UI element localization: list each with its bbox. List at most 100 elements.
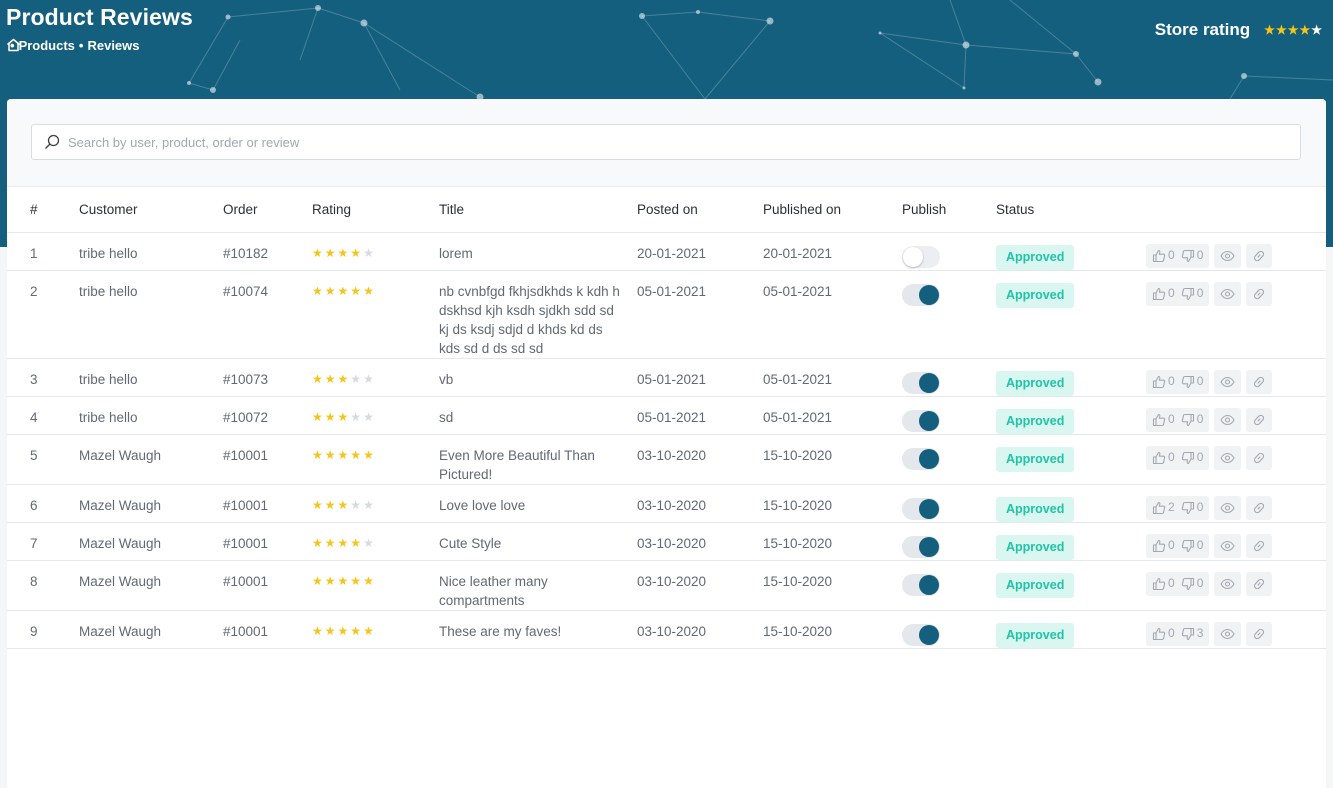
like-count: 0	[1168, 286, 1175, 300]
star-icon: ★	[350, 573, 364, 588]
search-input[interactable]	[68, 134, 1268, 150]
thumbs-up-icon[interactable]	[1152, 577, 1166, 591]
status-cell: Approved	[996, 270, 1146, 359]
publish-toggle[interactable]	[902, 573, 940, 596]
thumbs-down-icon[interactable]	[1181, 501, 1195, 515]
order-id[interactable]: #10001	[223, 434, 312, 485]
breadcrumb-separator: •	[78, 38, 84, 53]
eye-icon	[1220, 540, 1236, 552]
thumbs-down-icon[interactable]	[1181, 249, 1195, 263]
status-badge: Approved	[996, 496, 1075, 522]
posted-date: 05-01-2021	[637, 396, 763, 435]
link-button[interactable]	[1246, 621, 1273, 646]
thumbs-up-icon[interactable]	[1152, 249, 1166, 263]
thumbs-up-icon[interactable]	[1152, 287, 1166, 301]
link-button[interactable]	[1246, 281, 1273, 306]
star-icon: ★	[1299, 23, 1312, 37]
thumbs-up-icon[interactable]	[1152, 627, 1166, 641]
vote-group: 00	[1146, 571, 1210, 596]
column-header-status[interactable]: Status	[996, 187, 1146, 233]
thumbs-down-icon[interactable]	[1181, 577, 1195, 591]
column-header-publish[interactable]: Publish	[902, 187, 996, 233]
publish-toggle[interactable]	[902, 371, 940, 394]
view-button[interactable]	[1214, 533, 1242, 558]
publish-toggle[interactable]	[902, 497, 940, 520]
view-button[interactable]	[1214, 445, 1242, 470]
column-header-rating[interactable]: Rating	[312, 187, 439, 233]
vote-group: 00	[1146, 243, 1210, 268]
view-button[interactable]	[1214, 243, 1242, 268]
order-id[interactable]: #10072	[223, 396, 312, 435]
star-icon: ★	[312, 371, 325, 386]
review-title: Cute Style	[439, 522, 637, 561]
thumbs-down-icon[interactable]	[1181, 539, 1195, 553]
thumbs-down-icon[interactable]	[1181, 413, 1195, 427]
publish-toggle[interactable]	[902, 535, 940, 558]
thumbs-up-icon[interactable]	[1152, 375, 1166, 389]
column-header-customer[interactable]: Customer	[79, 187, 223, 233]
order-id[interactable]: #10074	[223, 270, 312, 359]
order-id[interactable]: #10073	[223, 358, 312, 397]
breadcrumb-products[interactable]: Products	[19, 38, 75, 53]
star-icon: ★	[312, 447, 325, 462]
order-id[interactable]: #10001	[223, 610, 312, 649]
thumbs-up-icon[interactable]	[1152, 413, 1166, 427]
publish-toggle[interactable]	[902, 623, 940, 646]
view-button[interactable]	[1214, 621, 1242, 646]
order-id[interactable]: #10001	[223, 560, 312, 611]
link-button[interactable]	[1246, 407, 1273, 432]
thumbs-down-icon[interactable]	[1181, 451, 1195, 465]
view-button[interactable]	[1214, 495, 1242, 520]
status-badge: Approved	[996, 282, 1075, 308]
search-box[interactable]	[31, 124, 1301, 160]
publish-toggle[interactable]	[902, 245, 940, 268]
link-button[interactable]	[1246, 533, 1273, 558]
thumbs-up-icon[interactable]	[1152, 501, 1166, 515]
posted-date: 05-01-2021	[637, 358, 763, 397]
link-button[interactable]	[1246, 243, 1273, 268]
eye-icon	[1220, 502, 1236, 514]
order-id[interactable]: #10001	[223, 484, 312, 523]
view-button[interactable]	[1214, 369, 1242, 394]
link-button[interactable]	[1246, 445, 1273, 470]
star-icon: ★	[324, 245, 338, 260]
link-button[interactable]	[1246, 369, 1273, 394]
thumbs-up-icon[interactable]	[1152, 451, 1166, 465]
toggle-knob	[919, 448, 939, 469]
status-cell: Approved	[996, 560, 1146, 611]
view-button[interactable]	[1214, 281, 1242, 306]
thumbs-down-icon[interactable]	[1181, 627, 1195, 641]
link-icon	[1252, 539, 1266, 553]
column-header-number[interactable]: #	[7, 187, 79, 233]
thumbs-up-icon[interactable]	[1152, 539, 1166, 553]
table-row: 9 Mazel Waugh #10001 ★★★★★ These are my fave…	[7, 610, 1326, 649]
thumbs-down-icon[interactable]	[1181, 287, 1195, 301]
column-header-published-on[interactable]: Published on	[763, 187, 902, 233]
column-header-posted-on[interactable]: Posted on	[637, 187, 763, 233]
review-title: vb	[439, 358, 637, 397]
publish-toggle[interactable]	[902, 409, 940, 432]
row-number: 1	[7, 232, 79, 271]
link-button[interactable]	[1246, 571, 1273, 596]
view-button[interactable]	[1214, 571, 1242, 596]
breadcrumb-reviews[interactable]: Reviews	[87, 38, 139, 53]
thumbs-down-icon[interactable]	[1181, 375, 1195, 389]
publish-toggle[interactable]	[902, 447, 940, 470]
view-button[interactable]	[1214, 407, 1242, 432]
eye-icon	[1220, 414, 1236, 426]
dislike-count: 0	[1196, 248, 1204, 262]
row-number: 4	[7, 396, 79, 435]
column-header-title[interactable]: Title	[439, 187, 637, 233]
star-icon: ★	[1287, 23, 1300, 37]
star-icon: ★	[337, 245, 351, 260]
vote-group: 00	[1146, 407, 1210, 432]
column-header-order[interactable]: Order	[223, 187, 312, 233]
publish-cell	[902, 560, 996, 611]
dislike-count: 0	[1196, 374, 1204, 388]
order-id[interactable]: #10001	[223, 522, 312, 561]
posted-date: 05-01-2021	[637, 270, 763, 359]
publish-toggle[interactable]	[902, 283, 940, 306]
star-icon: ★	[350, 447, 364, 462]
link-button[interactable]	[1246, 495, 1273, 520]
order-id[interactable]: #10182	[223, 232, 312, 271]
